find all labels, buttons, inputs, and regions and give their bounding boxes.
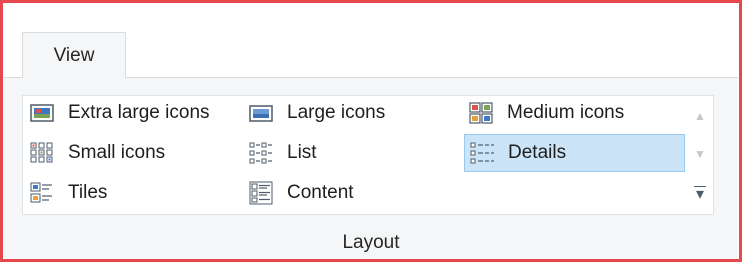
layout-item-label: Medium icons xyxy=(507,102,625,123)
layout-item-label: List xyxy=(287,142,317,163)
layout-item-label: Extra large icons xyxy=(68,102,210,123)
tab-view-label: View xyxy=(53,45,95,66)
group-label-layout: Layout xyxy=(342,232,400,253)
layout-item-large-icons[interactable]: Large icons xyxy=(247,96,447,130)
tab-view[interactable]: View xyxy=(22,32,126,78)
gallery-more-button[interactable]: ▾ xyxy=(694,186,706,203)
list-icon xyxy=(249,142,272,164)
layout-gallery: Extra large icons Large icons Medium ico… xyxy=(22,95,714,215)
small-icons-icon xyxy=(30,142,53,163)
layout-item-label: Details xyxy=(508,142,567,163)
layout-item-list[interactable]: List xyxy=(247,136,447,170)
gallery-scrollbar: ▲ ▼ ▾ xyxy=(687,97,713,213)
layout-item-label: Content xyxy=(287,182,354,203)
layout-item-medium-icons[interactable]: Medium icons xyxy=(467,96,687,130)
layout-item-details[interactable]: Details xyxy=(464,134,685,172)
extra-large-icons-icon xyxy=(30,104,54,122)
layout-item-tiles[interactable]: Tiles xyxy=(28,176,250,210)
large-icons-icon xyxy=(249,105,273,122)
content-icon xyxy=(249,181,273,205)
layout-item-extra-large-icons[interactable]: Extra large icons xyxy=(28,96,250,130)
layout-item-label: Large icons xyxy=(287,102,386,123)
medium-icons-icon xyxy=(469,102,493,124)
scroll-down-button[interactable]: ▼ xyxy=(687,135,713,173)
layout-item-label: Tiles xyxy=(68,182,108,203)
scroll-up-button[interactable]: ▲ xyxy=(687,97,713,135)
window-frame: View Extra large icons Large icons Mediu… xyxy=(0,0,742,262)
details-icon xyxy=(470,142,494,164)
layout-item-content[interactable]: Content xyxy=(247,176,447,210)
layout-item-label: Small icons xyxy=(68,142,166,163)
layout-item-small-icons[interactable]: Small icons xyxy=(28,136,250,170)
tiles-icon xyxy=(30,182,52,203)
